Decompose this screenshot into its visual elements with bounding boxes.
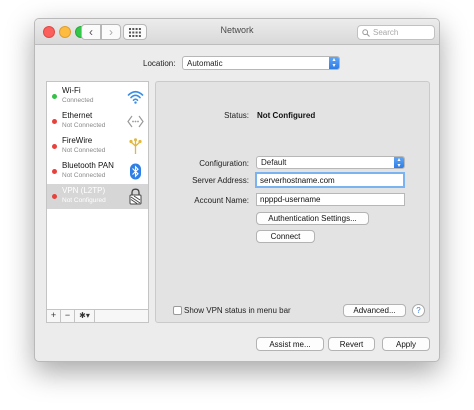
show-vpn-status-label: Show VPN status in menu bar — [184, 306, 291, 315]
remove-service-button[interactable]: − — [61, 310, 75, 322]
connect-button[interactable]: Connect — [256, 230, 315, 243]
status-label: Status: — [224, 111, 249, 120]
server-address-label: Server Address: — [192, 176, 249, 185]
apply-button[interactable]: Apply — [382, 337, 430, 351]
vpn-detail-panel: Status: Not Configured Configuration: De… — [155, 81, 430, 323]
add-service-button[interactable]: + — [47, 310, 61, 322]
service-name: Wi-Fi — [62, 86, 81, 95]
status-dot — [52, 94, 57, 99]
service-status: Not Connected — [62, 122, 106, 129]
configuration-value: Default — [261, 158, 287, 167]
status-dot — [52, 169, 57, 174]
show-vpn-status-checkbox[interactable] — [173, 306, 182, 315]
bluetooth-icon — [130, 163, 141, 180]
service-status: Not Configured — [62, 197, 106, 204]
status-dot — [52, 119, 57, 124]
stepper-arrows-icon: ▴ ▾ — [394, 157, 404, 169]
status-value: Not Configured — [257, 111, 316, 120]
service-item-wifi[interactable]: Wi-Fi Connected — [47, 84, 148, 109]
server-address-field[interactable]: serverhostname.com — [255, 172, 405, 188]
service-item-bluetooth-pan[interactable]: Bluetooth PAN Not Connected — [47, 159, 148, 184]
revert-button[interactable]: Revert — [328, 337, 375, 351]
account-name-label: Account Name: — [194, 196, 249, 205]
search-field[interactable]: Search — [357, 25, 435, 40]
advanced-button[interactable]: Advanced... — [343, 304, 406, 317]
status-dot — [52, 194, 57, 199]
service-name: Bluetooth PAN — [62, 161, 114, 170]
network-window: ‹ › Network Search Location: Automatic ▴… — [34, 18, 440, 362]
status-dot — [52, 144, 57, 149]
location-label: Location: — [143, 59, 176, 68]
action-menu-button[interactable]: ✱▾ — [75, 310, 95, 322]
service-name: Ethernet — [62, 111, 93, 120]
service-name: FireWire — [62, 136, 93, 145]
help-button[interactable]: ? — [412, 304, 425, 317]
location-select[interactable]: Automatic ▴ ▾ — [182, 56, 340, 70]
title-bar: ‹ › Network Search — [35, 19, 439, 45]
vpn-lock-icon — [129, 188, 142, 205]
service-status: Connected — [62, 97, 94, 104]
account-name-field[interactable]: npppd-username — [256, 193, 405, 206]
service-status: Not Connected — [62, 172, 106, 179]
configuration-select[interactable]: Default ▴ ▾ — [256, 156, 405, 169]
service-list-toolbar: + − ✱▾ — [46, 309, 149, 323]
service-item-ethernet[interactable]: Ethernet Not Connected — [47, 109, 148, 134]
wifi-icon — [127, 90, 144, 104]
assist-me-button[interactable]: Assist me... — [256, 337, 324, 351]
firewire-icon — [129, 138, 142, 154]
search-icon — [362, 28, 370, 37]
service-status: Not Connected — [62, 147, 106, 154]
authentication-settings-button[interactable]: Authentication Settings... — [256, 212, 369, 225]
service-item-firewire[interactable]: FireWire Not Connected — [47, 134, 148, 159]
search-placeholder: Search — [373, 28, 399, 37]
stepper-arrows-icon: ▴ ▾ — [329, 57, 339, 69]
service-name: VPN (L2TP) — [62, 186, 106, 195]
service-item-vpn-l2tp[interactable]: VPN (L2TP) Not Configured — [47, 184, 148, 209]
service-list[interactable]: Wi-Fi Connected Ethernet Not Connected F… — [46, 81, 149, 323]
location-value: Automatic — [187, 58, 223, 68]
ethernet-icon — [127, 115, 144, 128]
configuration-label: Configuration: — [199, 159, 249, 168]
